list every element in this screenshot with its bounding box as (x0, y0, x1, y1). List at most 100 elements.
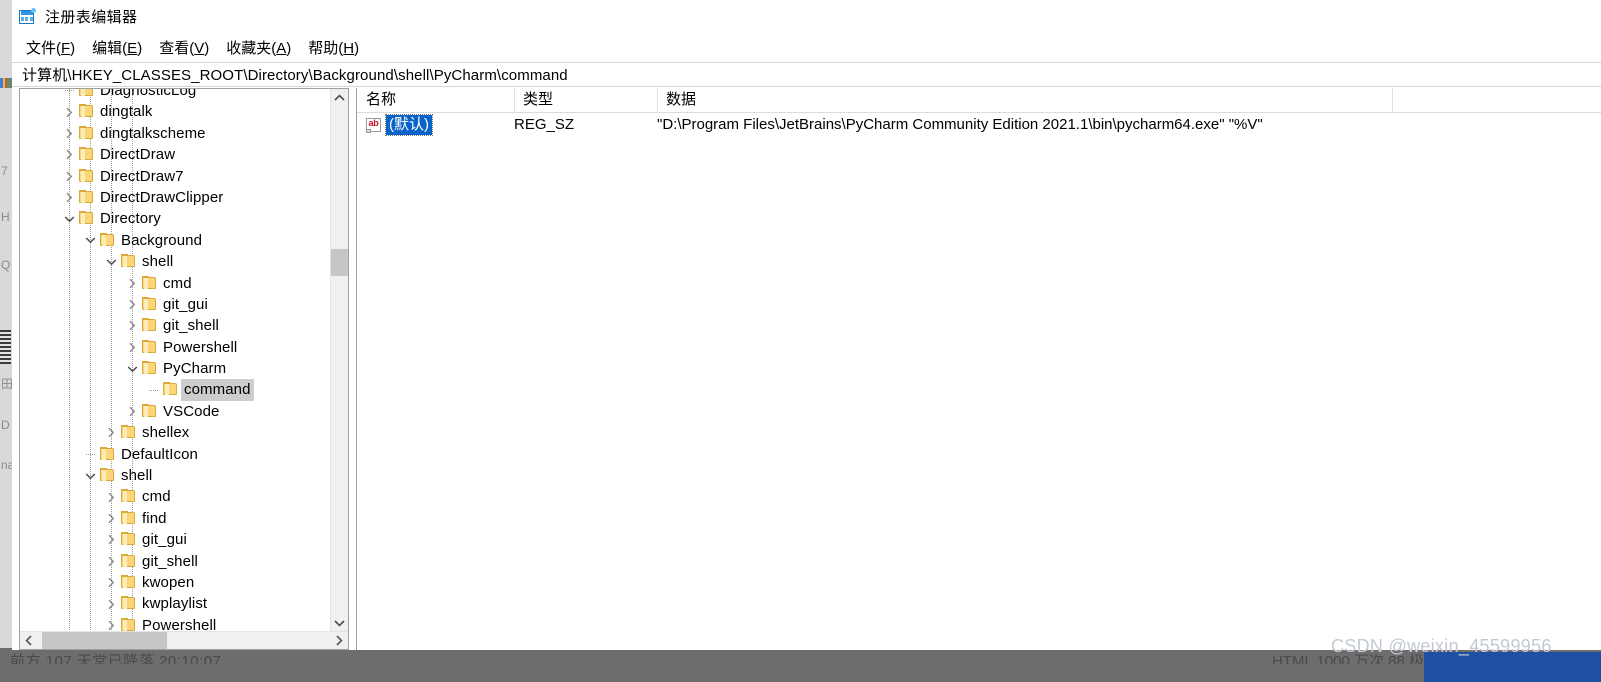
menu-item-view[interactable]: 查看(V) (151, 35, 218, 60)
chevron-down-icon[interactable] (82, 465, 98, 486)
tree-item-label: kwplaylist (142, 595, 208, 613)
value-row[interactable]: ab (默认) REG_SZ "D:\Program Files\JetBrains\… (357, 113, 1601, 137)
menu-item-help[interactable]: 帮助(H) (300, 35, 368, 60)
tree-item-label: DiagnosticLog (100, 89, 197, 99)
tree-item-cmd[interactable]: cmd (20, 273, 330, 294)
registry-editor-window: 注册表编辑器 文件(F) 编辑(E) 查看(V) 收藏夹(A) 帮助(H) 计算… (12, 0, 1601, 650)
folder-icon (121, 574, 136, 589)
chevron-right-icon[interactable] (103, 486, 119, 507)
tree-hscroll-thumb[interactable] (42, 632, 167, 649)
scroll-left-icon[interactable] (20, 632, 38, 649)
chevron-right-icon[interactable] (124, 294, 140, 315)
tree-vertical-scrollbar[interactable] (330, 89, 348, 632)
chevron-right-icon[interactable] (61, 166, 77, 187)
tree-horizontal-scrollbar[interactable] (20, 631, 348, 649)
tree-item-git-shell[interactable]: git_shell (20, 315, 330, 336)
chevron-right-icon[interactable] (124, 337, 140, 358)
menu-edit-tail: ) (137, 39, 143, 57)
tree-item-shell[interactable]: shell (20, 251, 330, 272)
tree-item-dingtalk[interactable]: dingtalk (20, 101, 330, 122)
menu-file-tail: ) (70, 39, 76, 57)
tree-item-shell[interactable]: shell (20, 465, 330, 486)
tree-item-powershell[interactable]: Powershell (20, 615, 330, 632)
scroll-right-icon[interactable] (330, 632, 348, 649)
tree-item-defaulticon[interactable]: DefaultIcon (20, 444, 330, 465)
chevron-right-icon[interactable] (61, 123, 77, 144)
tree-item-label: dingtalkscheme (100, 124, 206, 142)
chevron-down-icon[interactable] (61, 208, 77, 229)
menu-item-file[interactable]: 文件(F) (18, 35, 84, 60)
background-scrollbar-hatch (0, 330, 11, 364)
registry-values-pane: 名称 类型 数据 ab (默认) REG_SZ "D:\Program Files\J… (356, 88, 1601, 650)
chevron-right-icon[interactable] (61, 101, 77, 122)
tree-item-git-gui[interactable]: git_gui (20, 294, 330, 315)
chevron-right-icon[interactable] (124, 401, 140, 422)
chevron-right-icon[interactable] (103, 422, 119, 443)
chevron-right-icon[interactable] (61, 144, 77, 165)
chevron-down-icon[interactable] (124, 358, 140, 379)
folder-icon (121, 425, 136, 439)
menu-item-edit[interactable]: 编辑(E) (84, 35, 151, 60)
menu-help-accel: H (343, 39, 355, 57)
tree-item-directory[interactable]: Directory (20, 208, 330, 229)
tree-item-label: cmd (163, 274, 192, 292)
menu-view-text: 查看( (159, 39, 195, 57)
tree-item-vscode[interactable]: VSCode (20, 401, 330, 422)
background-edge-glyph: na (1, 458, 12, 472)
tree-item-background[interactable]: Background (20, 230, 330, 251)
folder-icon (79, 211, 94, 225)
tree-item-label: shellex (142, 424, 190, 442)
background-edge-glyph: H (1, 210, 10, 224)
chevron-right-icon[interactable] (103, 593, 119, 614)
folder-icon (100, 468, 115, 482)
background-edge-glyph: Q (1, 258, 11, 272)
column-header-name[interactable]: 名称 (357, 88, 514, 112)
tree-item-powershell[interactable]: Powershell (20, 337, 330, 358)
chevron-right-icon[interactable] (103, 508, 119, 529)
scroll-up-icon[interactable] (331, 89, 348, 107)
address-bar[interactable]: 计算机\HKEY_CLASSES_ROOT\Directory\Backgrou… (12, 62, 1601, 87)
tree-item-dingtalkscheme[interactable]: dingtalkscheme (20, 123, 330, 144)
tree-item-kwopen[interactable]: kwopen (20, 572, 330, 593)
tree-item-directdrawclipper[interactable]: DirectDrawClipper (20, 187, 330, 208)
background-edge-glyph: D (1, 418, 10, 432)
chevron-right-icon[interactable] (124, 273, 140, 294)
menu-help-text: 帮助( (308, 39, 344, 57)
tree-item-pycharm[interactable]: PyCharm (20, 358, 330, 379)
value-name: (默认) (385, 114, 433, 136)
scroll-down-icon[interactable] (331, 614, 348, 632)
tree-item-diagnosticlog[interactable]: DiagnosticLog (20, 89, 330, 101)
chevron-right-icon[interactable] (61, 187, 77, 208)
chevron-right-icon[interactable] (103, 551, 119, 572)
column-header-data[interactable]: 数据 (657, 88, 1392, 112)
chevron-down-icon[interactable] (103, 251, 119, 272)
folder-icon (121, 553, 136, 568)
tree-item-git-shell[interactable]: git_shell (20, 551, 330, 572)
tree-item-directdraw[interactable]: DirectDraw (20, 144, 330, 165)
value-type: REG_SZ (514, 116, 575, 133)
tree-item-cmd[interactable]: cmd (20, 486, 330, 507)
chevron-down-icon[interactable] (82, 230, 98, 251)
tree-item-directdraw7[interactable]: DirectDraw7 (20, 166, 330, 187)
chevron-right-icon[interactable] (124, 315, 140, 336)
menu-favorites-text: 收藏夹( (226, 39, 277, 57)
tree-scroll-thumb[interactable] (331, 249, 348, 276)
menu-edit-text: 编辑( (92, 39, 128, 57)
chevron-right-icon[interactable] (103, 615, 119, 632)
column-header-type[interactable]: 类型 (514, 88, 657, 112)
value-name-cell[interactable]: ab (默认) (366, 113, 433, 137)
folder-icon (79, 104, 94, 118)
menu-item-favorites[interactable]: 收藏夹(A) (218, 35, 300, 60)
tree-item-kwplaylist[interactable]: kwplaylist (20, 593, 330, 614)
chevron-right-icon[interactable] (103, 572, 119, 593)
chevron-right-icon[interactable] (103, 529, 119, 550)
tree-item-shellex[interactable]: shellex (20, 422, 330, 443)
menu-file-text: 文件( (26, 39, 61, 57)
column-separator[interactable] (1392, 88, 1393, 112)
tree-item-find[interactable]: find (20, 508, 330, 529)
tree-item-git-gui[interactable]: git_gui (20, 529, 330, 550)
folder-icon (142, 275, 157, 290)
folder-icon (100, 446, 115, 461)
address-path: 计算机\HKEY_CLASSES_ROOT\Directory\Backgrou… (22, 67, 568, 84)
tree-item-command[interactable]: command (20, 379, 330, 401)
